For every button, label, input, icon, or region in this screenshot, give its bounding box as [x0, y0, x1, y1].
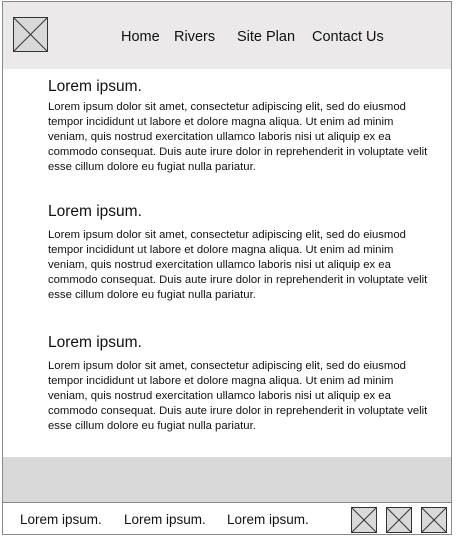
nav-contact-us-link[interactable]: Contact Us — [312, 27, 384, 47]
section-heading: Lorem ipsum. — [48, 334, 142, 351]
pre-footer-band — [3, 457, 451, 502]
social-placeholder-icon[interactable] — [421, 507, 447, 533]
footer-link[interactable]: Lorem ipsum. — [124, 511, 206, 529]
nav-site-plan-link[interactable]: Site Plan — [237, 27, 295, 47]
page-frame: Home Rivers Site Plan Contact Us Lorem i… — [2, 1, 452, 535]
social-placeholder-icon[interactable] — [386, 507, 412, 533]
section-body: Lorem ipsum dolor sit amet, consectetur … — [48, 101, 428, 173]
nav-rivers-link[interactable]: Rivers — [174, 27, 215, 47]
social-placeholder-icon[interactable] — [351, 507, 377, 533]
section-body: Lorem ipsum dolor sit amet, consectetur … — [48, 229, 428, 301]
nav-home-link[interactable]: Home — [121, 27, 160, 47]
footer-link[interactable]: Lorem ipsum. — [20, 511, 102, 529]
content-section: Lorem ipsum. Lorem ipsum dolor sit amet,… — [48, 202, 428, 303]
site-footer: Lorem ipsum. Lorem ipsum. Lorem ipsum. — [3, 502, 451, 534]
logo-placeholder-icon[interactable] — [13, 17, 48, 52]
section-heading: Lorem ipsum. — [48, 203, 142, 220]
content-section: Lorem ipsum. Lorem ipsum dolor sit amet,… — [48, 77, 428, 175]
content-section: Lorem ipsum. Lorem ipsum dolor sit amet,… — [48, 333, 428, 434]
site-header: Home Rivers Site Plan Contact Us — [3, 2, 451, 69]
section-body: Lorem ipsum dolor sit amet, consectetur … — [48, 360, 428, 432]
section-heading: Lorem ipsum. — [48, 78, 142, 95]
footer-link[interactable]: Lorem ipsum. — [227, 511, 309, 529]
